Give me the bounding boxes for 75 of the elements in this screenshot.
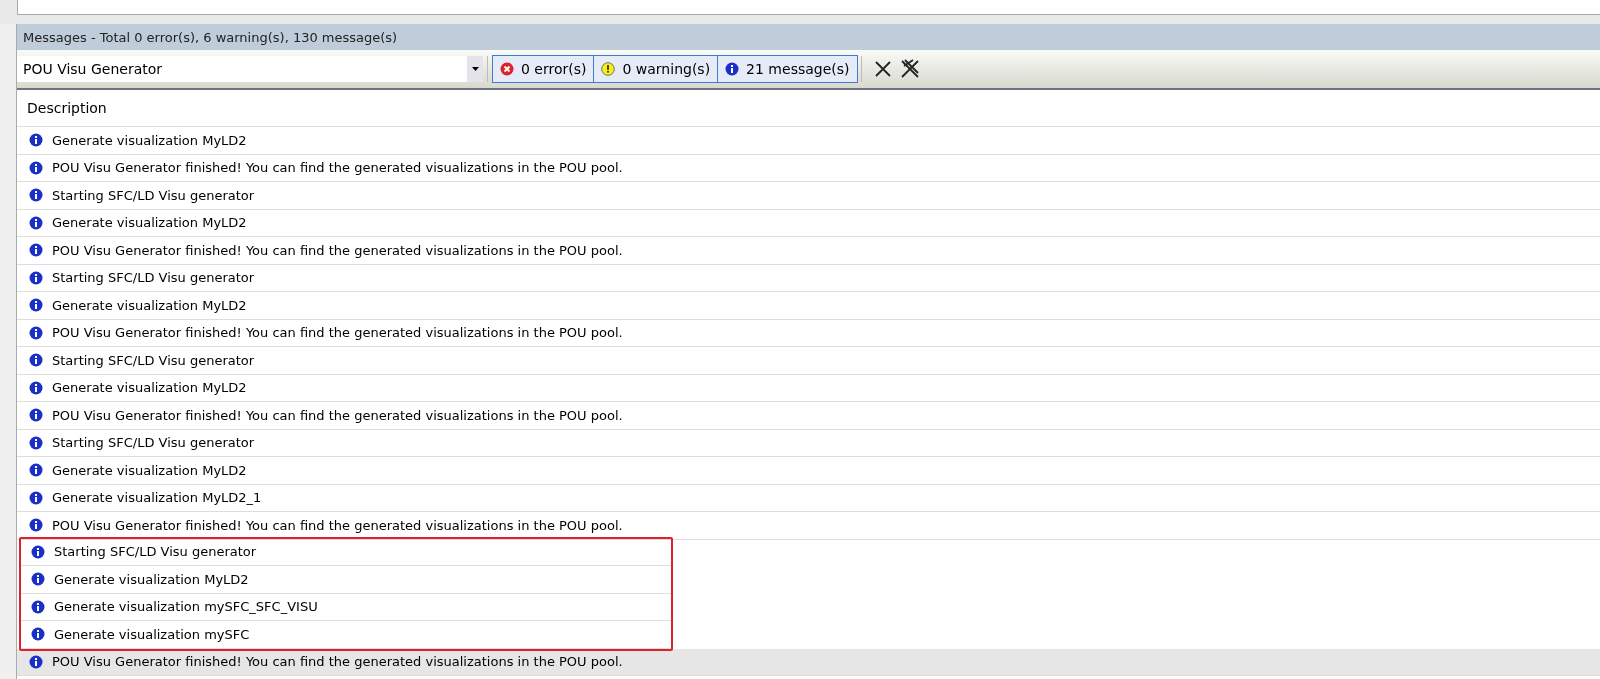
info-icon: [29, 408, 43, 423]
caret-icon: [471, 67, 479, 71]
message-row[interactable]: Generate visualization MyLD2: [17, 457, 1600, 485]
close-icon: [873, 60, 892, 78]
info-icon: [31, 599, 45, 614]
message-text: Generate visualization mySFC: [54, 626, 250, 642]
message-text: POU Visu Generator finished! You can find the generated visualizations in the POU pool.: [52, 242, 623, 258]
message-text: Generate visualization MyLD2: [52, 297, 247, 313]
info-icon: [29, 298, 43, 313]
info-icon: [31, 544, 45, 559]
message-text: POU Visu Generator finished! You can find the generated visualizations in the POU pool.: [52, 517, 623, 533]
message-text: Starting SFC/LD Visu generator: [52, 435, 255, 451]
message-row[interactable]: Generate visualization MyLD2: [17, 209, 1600, 237]
filter-dropdown[interactable]: POU Visu Generator: [17, 56, 483, 82]
message-row[interactable]: POU Visu Generator finished! You can find the generated visualizations in the POU pool.: [17, 319, 1600, 347]
message-text: Generate visualization MyLD2: [52, 462, 247, 478]
info-icon: [29, 160, 43, 175]
message-row[interactable]: Generate visualization MyLD2: [17, 374, 1600, 402]
info-icon: [29, 654, 43, 669]
panel-title: Messages - Total 0 error(s), 6 warning(s), 130 message(s): [23, 29, 398, 45]
message-row[interactable]: POU Visu Generator finished! You can find the generated visualizations in the POU pool.: [17, 237, 1600, 265]
info-icon: [31, 627, 45, 642]
info-icon: [29, 215, 43, 230]
clear-all-button[interactable]: [899, 59, 920, 79]
info-icon: [29, 380, 43, 395]
info-icon: [29, 435, 43, 450]
info-icon: [725, 62, 740, 76]
message-text: Generate visualization MyLD2: [52, 215, 247, 231]
message-row[interactable]: Starting SFC/LD Visu generator: [21, 538, 671, 566]
info-icon: [29, 188, 43, 203]
message-text: POU Visu Generator finished! You can find the generated visualizations in the POU pool.: [52, 654, 623, 670]
clear-button[interactable]: [873, 60, 892, 78]
info-icon: [29, 270, 43, 285]
message-row[interactable]: Generate visualization MyLD2: [17, 127, 1600, 155]
message-row[interactable]: POU Visu Generator finished! You can find the generated visualizations in the POU pool.: [17, 648, 1600, 676]
message-text: POU Visu Generator finished! You can find the generated visualizations in the POU pool.: [52, 325, 623, 341]
error-filter-toggle[interactable]: 0 error(s): [492, 55, 595, 83]
message-row[interactable]: POU Visu Generator finished! You can find the generated visualizations in the POU pool.: [17, 402, 1600, 430]
warning-filter-toggle[interactable]: 0 warning(s): [593, 55, 719, 83]
message-row[interactable]: Starting SFC/LD Visu generator: [17, 347, 1600, 375]
info-icon: [31, 572, 45, 587]
message-text: POU Visu Generator finished! You can find the generated visualizations in the POU pool.: [52, 407, 623, 423]
message-row[interactable]: Generate visualization MyLD2: [17, 292, 1600, 320]
message-text: Starting SFC/LD Visu generator: [52, 187, 255, 203]
info-icon: [29, 133, 43, 148]
message-text: Generate visualization MyLD2: [52, 380, 247, 396]
error-icon: [500, 62, 514, 76]
message-row[interactable]: Generate visualization mySFC_SFC_VISU: [21, 593, 671, 621]
info-icon: [29, 243, 43, 258]
message-text: Starting SFC/LD Visu generator: [52, 352, 255, 368]
cross-stack-icon: [899, 59, 920, 79]
info-icon: [29, 353, 43, 368]
message-row[interactable]: POU Visu Generator finished! You can find the generated visualizations in the POU pool.: [17, 154, 1600, 182]
message-text: Starting SFC/LD Visu generator: [52, 270, 255, 286]
warning-icon: [601, 62, 616, 76]
message-text: Generate visualization MyLD2: [52, 132, 247, 148]
message-row[interactable]: POU Visu Generator finished! You can find the generated visualizations in the POU pool.: [17, 512, 1600, 540]
message-row[interactable]: Starting SFC/LD Visu generator: [17, 264, 1600, 292]
message-row[interactable]: Generate visualization mySFC: [21, 621, 671, 649]
info-icon: [29, 518, 43, 533]
message-row[interactable]: Starting SFC/LD Visu generator: [17, 429, 1600, 457]
message-row[interactable]: Generate visualization MyLD2: [21, 566, 671, 594]
info-icon: [29, 463, 43, 478]
message-text: Generate visualization MyLD2: [54, 571, 249, 587]
message-text: Generate visualization MyLD2_1: [52, 490, 262, 506]
info-icon: [29, 490, 43, 505]
filter-value: POU Visu Generator: [23, 61, 163, 77]
message-text: Starting SFC/LD Visu generator: [54, 544, 257, 560]
info-filter-toggle[interactable]: 21 message(s): [717, 55, 858, 83]
message-row[interactable]: Generate visualization MyLD2_1: [17, 484, 1600, 512]
message-text: Generate visualization mySFC_SFC_VISU: [54, 599, 318, 615]
message-text: POU Visu Generator finished! You can find the generated visualizations in the POU pool.: [52, 160, 623, 176]
info-icon: [29, 325, 43, 340]
message-row[interactable]: Starting SFC/LD Visu generator: [17, 182, 1600, 210]
column-header[interactable]: Description: [27, 100, 107, 116]
